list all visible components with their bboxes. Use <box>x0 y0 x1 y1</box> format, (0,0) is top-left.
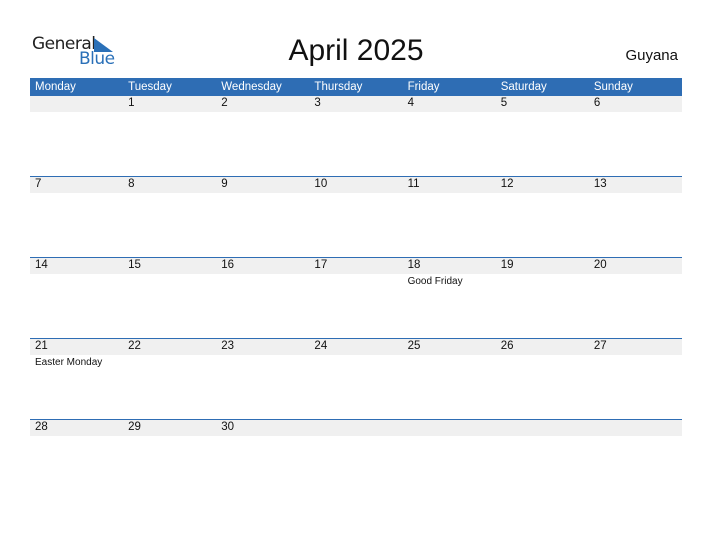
day-number: 22 <box>128 340 141 352</box>
day-number: 30 <box>221 421 235 433</box>
day-cell[interactable]: 25 <box>403 339 496 399</box>
day-number: 2 <box>221 97 228 109</box>
day-number: 1 <box>128 97 135 109</box>
day-cell[interactable]: 26 <box>496 339 589 399</box>
day-cell[interactable]: 13 <box>589 177 682 237</box>
day-cell[interactable]: 18 Good Friday <box>403 258 496 318</box>
day-number: 17 <box>314 259 328 271</box>
day-cell[interactable] <box>309 420 402 480</box>
day-cell[interactable]: 4 <box>403 96 496 156</box>
holiday-label: Good Friday <box>407 276 463 287</box>
day-number: 19 <box>500 259 514 271</box>
day-cell[interactable]: 14 <box>30 258 123 318</box>
page-title: April 2025 <box>288 34 424 67</box>
day-cell[interactable] <box>30 96 123 156</box>
day-cell[interactable]: 10 <box>309 177 402 237</box>
day-number: 8 <box>128 178 135 190</box>
day-number: 5 <box>500 97 508 109</box>
weekday-wednesday: Wednesday <box>221 81 282 93</box>
day-cell[interactable]: 6 <box>589 96 682 156</box>
day-number: 13 <box>593 178 607 190</box>
day-cell[interactable]: 11 <box>403 177 496 237</box>
day-cell[interactable]: 8 <box>123 177 216 237</box>
week-row: 28 29 30 <box>30 419 682 501</box>
day-number: 25 <box>407 340 421 352</box>
day-cell[interactable]: 24 <box>309 339 402 399</box>
day-number: 23 <box>221 340 235 352</box>
week-row: 21 Easter Monday 22 23 24 25 26 27 <box>30 338 682 420</box>
day-number: 15 <box>128 259 141 271</box>
day-number: 14 <box>35 259 48 271</box>
day-cell[interactable]: 21 Easter Monday <box>30 339 123 399</box>
day-cell[interactable]: 9 <box>216 177 309 237</box>
weekday-monday: Monday <box>35 81 76 93</box>
week-row: 14 15 16 17 18 Good Friday 19 20 <box>30 257 682 339</box>
day-number: 16 <box>221 259 235 271</box>
day-number: 21 <box>35 340 48 352</box>
day-cell[interactable] <box>589 420 682 480</box>
weekday-header: Monday Tuesday Wednesday Thursday Friday Satu… <box>30 78 682 96</box>
day-cell[interactable]: 22 <box>123 339 216 399</box>
day-cell[interactable]: 27 <box>589 339 682 399</box>
day-number: 24 <box>314 340 328 352</box>
day-cell[interactable]: 23 <box>216 339 309 399</box>
day-cell[interactable]: 29 <box>123 420 216 480</box>
country-label: Guyana <box>625 47 678 64</box>
day-number: 11 <box>407 178 420 190</box>
day-cell[interactable]: 28 <box>30 420 123 480</box>
day-cell[interactable]: 17 <box>309 258 402 318</box>
week-row: 1 2 3 4 5 6 <box>30 96 682 177</box>
holiday-label: Easter Monday <box>35 357 103 368</box>
weekday-saturday: Saturday <box>500 81 547 93</box>
weekday-tuesday: Tuesday <box>128 81 172 93</box>
day-cell[interactable]: 20 <box>589 258 682 318</box>
day-cell[interactable]: 19 <box>496 258 589 318</box>
day-number: 4 <box>407 97 414 109</box>
weekday-friday: Friday <box>407 81 440 93</box>
day-cell[interactable]: 5 <box>496 96 589 156</box>
day-number: 3 <box>314 97 321 109</box>
day-cell[interactable] <box>496 420 589 480</box>
day-number: 10 <box>314 178 328 190</box>
day-cell[interactable]: 15 <box>123 258 216 318</box>
weekday-thursday: Thursday <box>314 81 363 93</box>
weekday-sunday: Sunday <box>593 81 633 93</box>
day-cell[interactable]: 30 <box>216 420 309 480</box>
day-number: 28 <box>35 421 48 433</box>
day-number: 26 <box>500 340 514 352</box>
day-number: 18 <box>407 259 421 271</box>
day-cell[interactable]: 2 <box>216 96 309 156</box>
day-cell[interactable]: 1 <box>123 96 216 156</box>
day-cell[interactable] <box>403 420 496 480</box>
day-number: 6 <box>593 97 601 109</box>
day-number: 7 <box>35 178 42 190</box>
day-number: 29 <box>128 421 141 433</box>
day-cell[interactable]: 16 <box>216 258 309 318</box>
day-cell[interactable]: 3 <box>309 96 402 156</box>
day-number: 27 <box>593 340 607 352</box>
week-row: 7 8 9 10 11 12 13 <box>30 176 682 258</box>
day-number: 20 <box>593 259 607 271</box>
day-cell[interactable]: 7 <box>30 177 123 237</box>
day-cell[interactable]: 12 <box>496 177 589 237</box>
day-number: 12 <box>500 178 514 190</box>
day-number: 9 <box>221 178 228 190</box>
